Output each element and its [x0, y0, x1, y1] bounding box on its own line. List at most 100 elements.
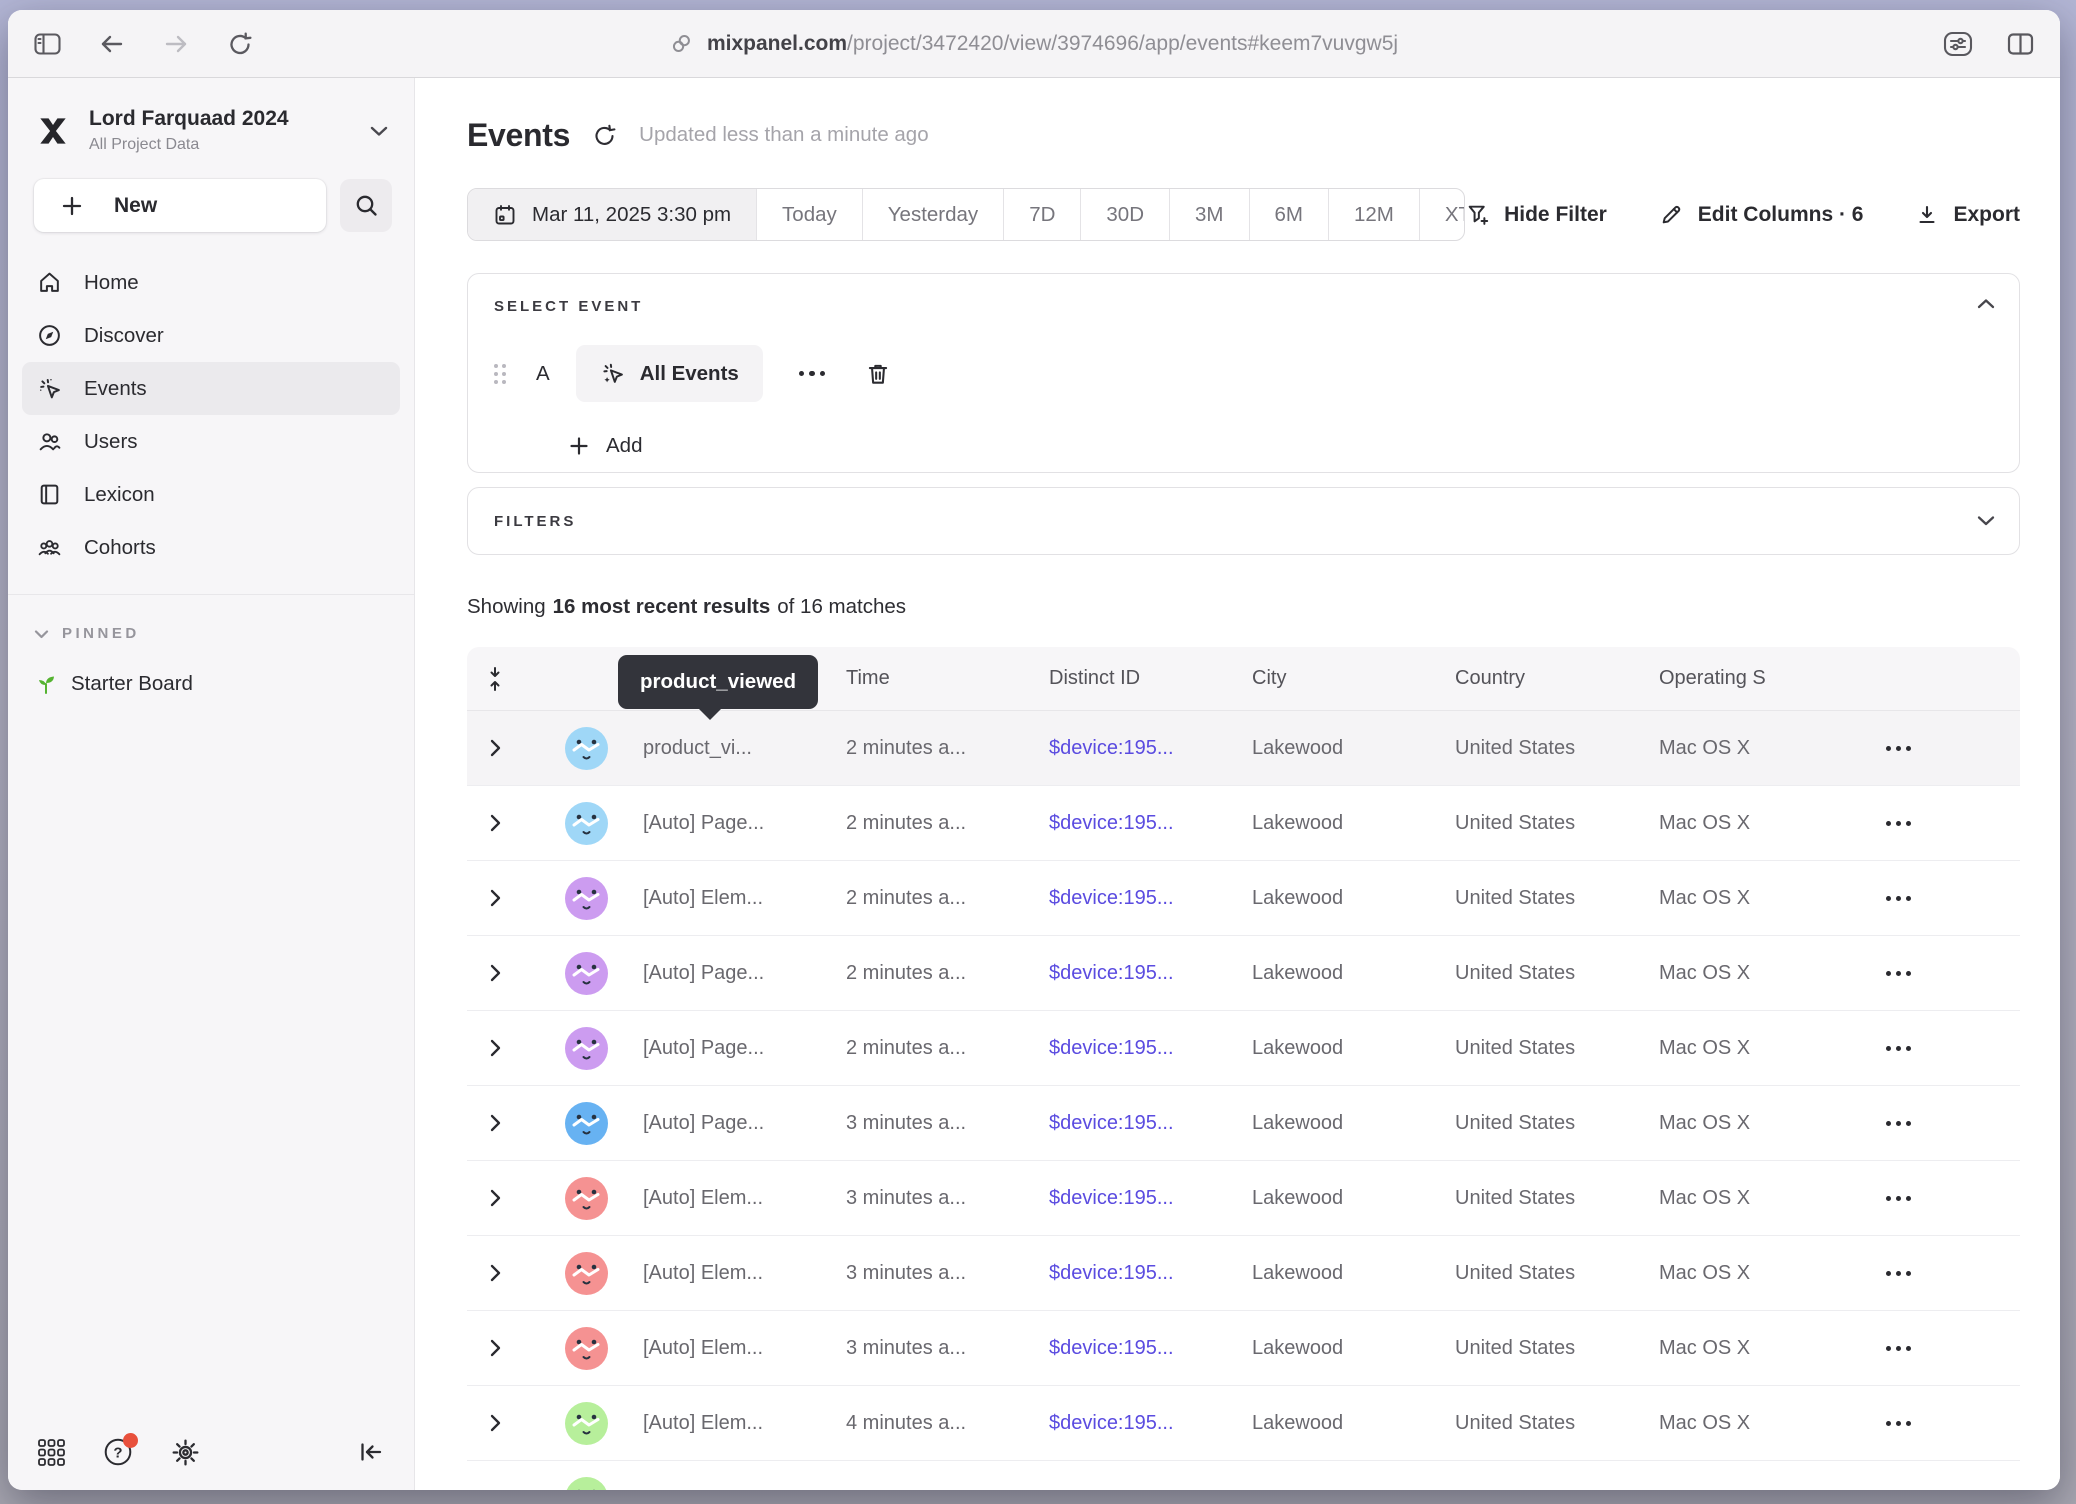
row-actions-button[interactable]	[1884, 971, 2020, 976]
page-settings-icon[interactable]	[1943, 31, 1973, 57]
sidebar-item-home[interactable]: Home	[22, 256, 400, 309]
sidebar-item-lexicon[interactable]: Lexicon	[22, 468, 400, 521]
table-row[interactable]: [Auto] Elem... 3 minutes a... $device:19…	[467, 1311, 2020, 1386]
sidebar-item-cohorts[interactable]: Cohorts	[22, 521, 400, 574]
sidebar-item-users[interactable]: Users	[22, 415, 400, 468]
expand-row-icon[interactable]	[490, 889, 501, 907]
new-button[interactable]: New	[34, 179, 326, 232]
row-actions-button[interactable]	[1884, 896, 2020, 901]
url-host: mixpanel.com	[707, 32, 847, 55]
chevron-up-icon[interactable]	[1977, 298, 1995, 309]
time-cell: 2 minutes a...	[846, 812, 1049, 835]
expand-row-icon[interactable]	[490, 1189, 501, 1207]
table-row[interactable]: [Auto] Elem... 4 minutes a... $device:19…	[467, 1386, 2020, 1461]
sidebar: Lord Farquaad 2024 All Project Data New	[8, 78, 415, 1490]
table-row[interactable]: [Auto] Page... 2 minutes a... $device:19…	[467, 786, 2020, 861]
row-actions-button[interactable]	[1884, 1421, 2020, 1426]
range-yesterday[interactable]: Yesterday	[862, 189, 1003, 240]
row-actions-button[interactable]	[1884, 1196, 2020, 1201]
expand-row-icon[interactable]	[490, 1414, 501, 1432]
column-header-os[interactable]: Operating S	[1659, 667, 1884, 690]
sidebar-item-starter-board[interactable]: Starter Board	[8, 642, 414, 696]
row-actions-button[interactable]	[1884, 746, 2020, 751]
city-cell: Lakewood	[1252, 1412, 1455, 1435]
drag-handle[interactable]	[494, 364, 506, 384]
distinct-id-link[interactable]: $device:195...	[1049, 1037, 1252, 1060]
table-row[interactable]	[467, 1461, 2020, 1490]
sidebar-item-label: Lexicon	[84, 483, 155, 507]
range-12m[interactable]: 12M	[1328, 189, 1419, 240]
column-header-city[interactable]: City	[1252, 667, 1455, 690]
country-cell: United States	[1455, 1112, 1659, 1135]
distinct-id-link[interactable]: $device:195...	[1049, 812, 1252, 835]
row-actions-button[interactable]	[1884, 1346, 2020, 1351]
table-row[interactable]: [Auto] Elem... 2 minutes a... $device:19…	[467, 861, 2020, 936]
distinct-id-link[interactable]: $device:195...	[1049, 1187, 1252, 1210]
table-row[interactable]: [Auto] Page... 3 minutes a... $device:19…	[467, 1086, 2020, 1161]
sidebar-item-discover[interactable]: Discover	[22, 309, 400, 362]
expand-row-icon[interactable]	[490, 1264, 501, 1282]
address-bar[interactable]: mixpanel.com/project/3472420/view/397469…	[670, 32, 1398, 56]
edit-columns-button[interactable]: Edit Columns · 6	[1659, 202, 1864, 227]
table-row[interactable]: product_vi... 2 minutes a... $device:195…	[467, 711, 2020, 786]
back-icon[interactable]	[99, 32, 125, 56]
column-header-time[interactable]: Time	[846, 667, 1049, 690]
expand-row-icon[interactable]	[490, 739, 501, 757]
apps-grid-icon[interactable]	[38, 1439, 65, 1466]
forward-icon[interactable]	[163, 32, 189, 56]
time-cell: 2 minutes a...	[846, 737, 1049, 760]
time-cell: 4 minutes a...	[846, 1412, 1049, 1435]
hide-filter-button[interactable]: Hide Filter	[1465, 202, 1607, 227]
expand-row-icon[interactable]	[490, 1339, 501, 1357]
expand-row-icon[interactable]	[490, 1114, 501, 1132]
trash-icon[interactable]	[865, 361, 891, 387]
range-30d[interactable]: 30D	[1080, 189, 1169, 240]
browser-sidebar-toggle-icon[interactable]	[34, 32, 61, 56]
range-xtd[interactable]: XTD	[1419, 189, 1465, 240]
expand-row-icon[interactable]	[490, 814, 501, 832]
pinned-section-toggle[interactable]: PINNED	[8, 595, 414, 642]
export-button[interactable]: Export	[1915, 203, 2020, 227]
date-picker-segment[interactable]: Mar 11, 2025 3:30 pm	[468, 189, 756, 240]
row-actions-button[interactable]	[1884, 1121, 2020, 1126]
range-3m[interactable]: 3M	[1169, 189, 1248, 240]
table-row[interactable]: [Auto] Page... 2 minutes a... $device:19…	[467, 936, 2020, 1011]
row-actions-button[interactable]	[1884, 1271, 2020, 1276]
expand-row-icon[interactable]	[490, 964, 501, 982]
row-actions-button[interactable]	[1884, 1046, 2020, 1051]
distinct-id-link[interactable]: $device:195...	[1049, 962, 1252, 985]
reload-icon[interactable]	[227, 31, 253, 57]
distinct-id-link[interactable]: $device:195...	[1049, 1112, 1252, 1135]
table-row[interactable]: [Auto] Page... 2 minutes a... $device:19…	[467, 1011, 2020, 1086]
add-event-button[interactable]: Add	[494, 434, 1993, 458]
collapse-rows-icon[interactable]	[487, 666, 503, 692]
range-today[interactable]: Today	[756, 189, 862, 240]
table-row[interactable]: [Auto] Elem... 3 minutes a... $device:19…	[467, 1161, 2020, 1236]
settings-gear-icon[interactable]	[171, 1438, 200, 1467]
project-selector[interactable]: Lord Farquaad 2024 All Project Data	[8, 78, 414, 171]
chevron-down-icon[interactable]	[1977, 516, 1995, 527]
sidebar-item-events[interactable]: Events	[22, 362, 400, 415]
split-view-icon[interactable]	[2007, 32, 2034, 56]
distinct-id-link[interactable]: $device:195...	[1049, 1262, 1252, 1285]
range-6m[interactable]: 6M	[1249, 189, 1328, 240]
city-cell: Lakewood	[1252, 1187, 1455, 1210]
help-button[interactable]: ?	[103, 1437, 133, 1467]
distinct-id-link[interactable]: $device:195...	[1049, 1337, 1252, 1360]
search-button[interactable]	[340, 179, 392, 232]
distinct-id-link[interactable]: $device:195...	[1049, 887, 1252, 910]
range-7d[interactable]: 7D	[1003, 189, 1080, 240]
row-actions-button[interactable]	[1884, 821, 2020, 826]
distinct-id-link[interactable]: $device:195...	[1049, 1412, 1252, 1435]
expand-row-icon[interactable]	[490, 1039, 501, 1057]
event-more-button[interactable]	[799, 371, 826, 377]
distinct-id-link[interactable]: $device:195...	[1049, 737, 1252, 760]
event-selector-chip[interactable]: All Events	[576, 345, 763, 402]
column-header-country[interactable]: Country	[1455, 667, 1659, 690]
country-cell: United States	[1455, 1337, 1659, 1360]
refresh-icon[interactable]	[592, 123, 617, 148]
collapse-sidebar-icon[interactable]	[358, 1440, 384, 1464]
table-row[interactable]: [Auto] Elem... 3 minutes a... $device:19…	[467, 1236, 2020, 1311]
column-header-distinct-id[interactable]: Distinct ID	[1049, 667, 1252, 690]
event-name-cell: [Auto] Page...	[643, 962, 846, 985]
